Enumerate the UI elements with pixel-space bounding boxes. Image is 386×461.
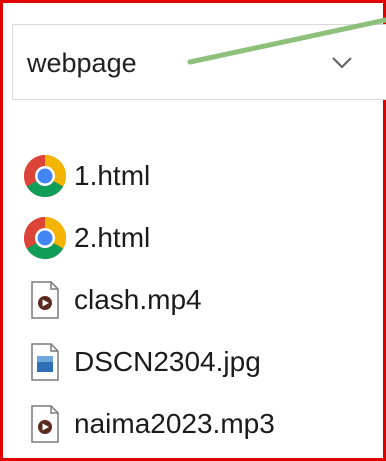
video-file-icon: [22, 277, 68, 323]
file-type-dropdown[interactable]: webpage: [12, 24, 386, 100]
audio-file-icon: [22, 401, 68, 447]
file-name: clash.mp4: [74, 284, 202, 315]
list-item[interactable]: naima2023.mp3: [22, 393, 372, 455]
list-item[interactable]: clash.mp4: [22, 269, 372, 331]
dropdown-value: webpage: [27, 48, 137, 78]
list-item[interactable]: 2.html: [22, 207, 372, 269]
file-name: DSCN2304.jpg: [74, 346, 261, 377]
chevron-down-icon[interactable]: [329, 49, 355, 75]
image-file-icon: [22, 339, 68, 385]
list-item[interactable]: DSCN2304.jpg: [22, 331, 372, 393]
file-name: 2.html: [74, 222, 151, 253]
list-item[interactable]: 1.html: [22, 145, 372, 207]
file-name: 1.html: [74, 160, 151, 191]
chrome-icon: [22, 215, 68, 261]
file-list: 1.html 2.html clash.mp4 DSCN2304.jpg nai…: [22, 145, 372, 455]
file-name: naima2023.mp3: [74, 408, 275, 439]
chrome-icon: [22, 153, 68, 199]
